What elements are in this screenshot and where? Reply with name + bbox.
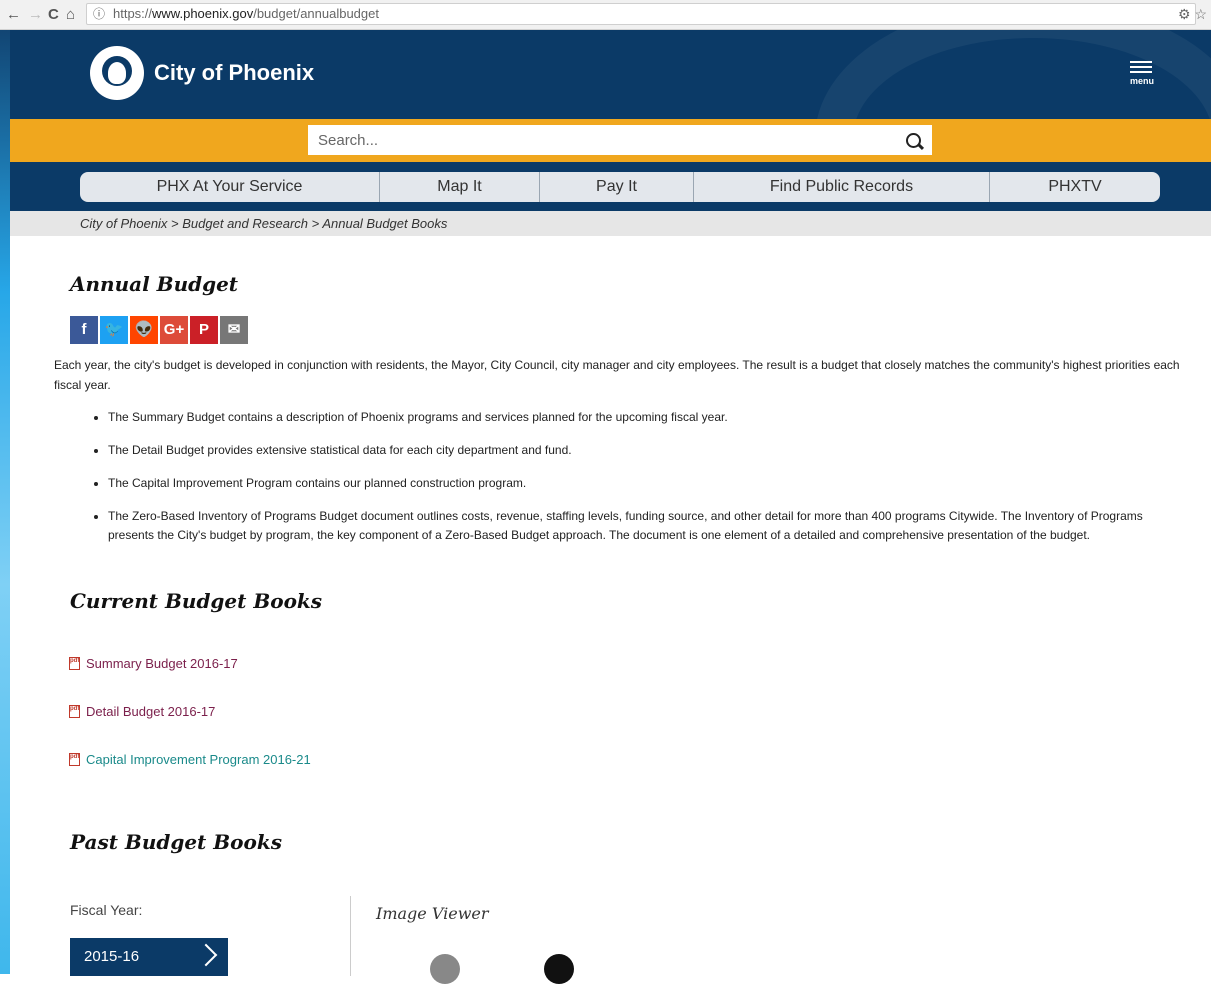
nav-item-phx-at-your-service[interactable]: PHX At Your Service (80, 172, 380, 202)
capital-improvement-program-link[interactable]: pdf Capital Improvement Program 2016-21 (69, 752, 311, 767)
search-button[interactable] (898, 125, 932, 155)
fiscal-year-value: 2015-16 (84, 948, 140, 965)
pdf-icon: pdf (69, 753, 80, 766)
divider (350, 896, 351, 976)
address-bar[interactable]: ⓘ https://www.phoenix.gov/budget/annualb… (86, 3, 1196, 25)
email-icon[interactable]: ✉ (220, 316, 248, 344)
social-share-bar: f 🐦 👽 G+ P ✉ (70, 316, 248, 344)
url-path: /budget/annualbudget (253, 6, 379, 21)
menu-label: menu (1129, 76, 1154, 86)
main-navigation: PHX At Your Service Map It Pay It Find P… (10, 162, 1211, 211)
viewer-control-icon[interactable] (430, 954, 460, 984)
intro-paragraph: Each year, the city's budget is develope… (54, 358, 1180, 392)
nav-item-map-it[interactable]: Map It (380, 172, 540, 202)
menu-button[interactable]: menu (1125, 58, 1159, 90)
twitter-icon[interactable]: 🐦 (100, 316, 128, 344)
phoenix-logo-icon[interactable] (90, 46, 144, 100)
link-label: Summary Budget 2016-17 (86, 656, 238, 671)
fiscal-year-label: Fiscal Year: (70, 902, 143, 918)
link-label: Detail Budget 2016-17 (86, 704, 216, 719)
breadcrumb[interactable]: City of Phoenix > Budget and Research > … (10, 211, 1211, 236)
nav-item-phxtv[interactable]: PHXTV (990, 172, 1160, 202)
pdf-icon: pdf (69, 705, 80, 718)
nav-item-pay-it[interactable]: Pay It (540, 172, 694, 202)
viewer-control-icon[interactable] (544, 954, 574, 984)
image-viewer-title: Image Viewer (376, 904, 489, 923)
list-item: The Zero-Based Inventory of Programs Bud… (90, 507, 1165, 545)
past-budget-books-heading: Past Budget Books (70, 830, 282, 854)
home-icon[interactable]: ⌂ (66, 6, 75, 23)
list-item: The Detail Budget provides extensive sta… (90, 441, 1165, 460)
fiscal-year-selector[interactable]: 2015-16 (70, 938, 228, 976)
detail-budget-link[interactable]: pdf Detail Budget 2016-17 (69, 704, 215, 719)
pdf-icon: pdf (69, 657, 80, 670)
site-title[interactable]: City of Phoenix (154, 60, 314, 86)
hamburger-icon (1130, 61, 1152, 63)
forward-icon[interactable]: → (28, 6, 43, 23)
browser-toolbar: ← → C ⌂ ⓘ https://www.phoenix.gov/budget… (0, 0, 1211, 30)
google-plus-icon[interactable]: G+ (160, 316, 188, 344)
url-prefix: https:// (113, 6, 153, 21)
summary-budget-link[interactable]: pdf Summary Budget 2016-17 (69, 656, 238, 671)
page-title: Annual Budget (70, 272, 239, 296)
search-bar (10, 119, 1211, 162)
nav-bar: PHX At Your Service Map It Pay It Find P… (80, 172, 1160, 202)
chevron-right-icon (194, 943, 218, 967)
link-label: Capital Improvement Program 2016-21 (86, 752, 311, 767)
bookmark-star-icon[interactable]: ⚙ ☆ (1178, 6, 1207, 23)
list-item: The Capital Improvement Program contains… (90, 474, 1165, 493)
reload-icon[interactable]: C (48, 6, 59, 23)
nav-item-find-public-records[interactable]: Find Public Records (694, 172, 990, 202)
reddit-icon[interactable]: 👽 (130, 316, 158, 344)
search-icon (904, 131, 926, 153)
back-icon[interactable]: ← (6, 6, 21, 23)
current-budget-books-heading: Current Budget Books (70, 589, 323, 613)
pinterest-icon[interactable]: P (190, 316, 218, 344)
desktop-edge (0, 0, 10, 974)
site-info-icon[interactable]: ⓘ (93, 4, 105, 24)
search-input[interactable] (308, 125, 898, 155)
site-header: City of Phoenix menu (10, 30, 1211, 119)
url-host: www.phoenix.gov (152, 6, 254, 21)
list-item: The Summary Budget contains a descriptio… (90, 408, 1165, 427)
budget-description-list: The Summary Budget contains a descriptio… (90, 408, 1165, 559)
facebook-icon[interactable]: f (70, 316, 98, 344)
